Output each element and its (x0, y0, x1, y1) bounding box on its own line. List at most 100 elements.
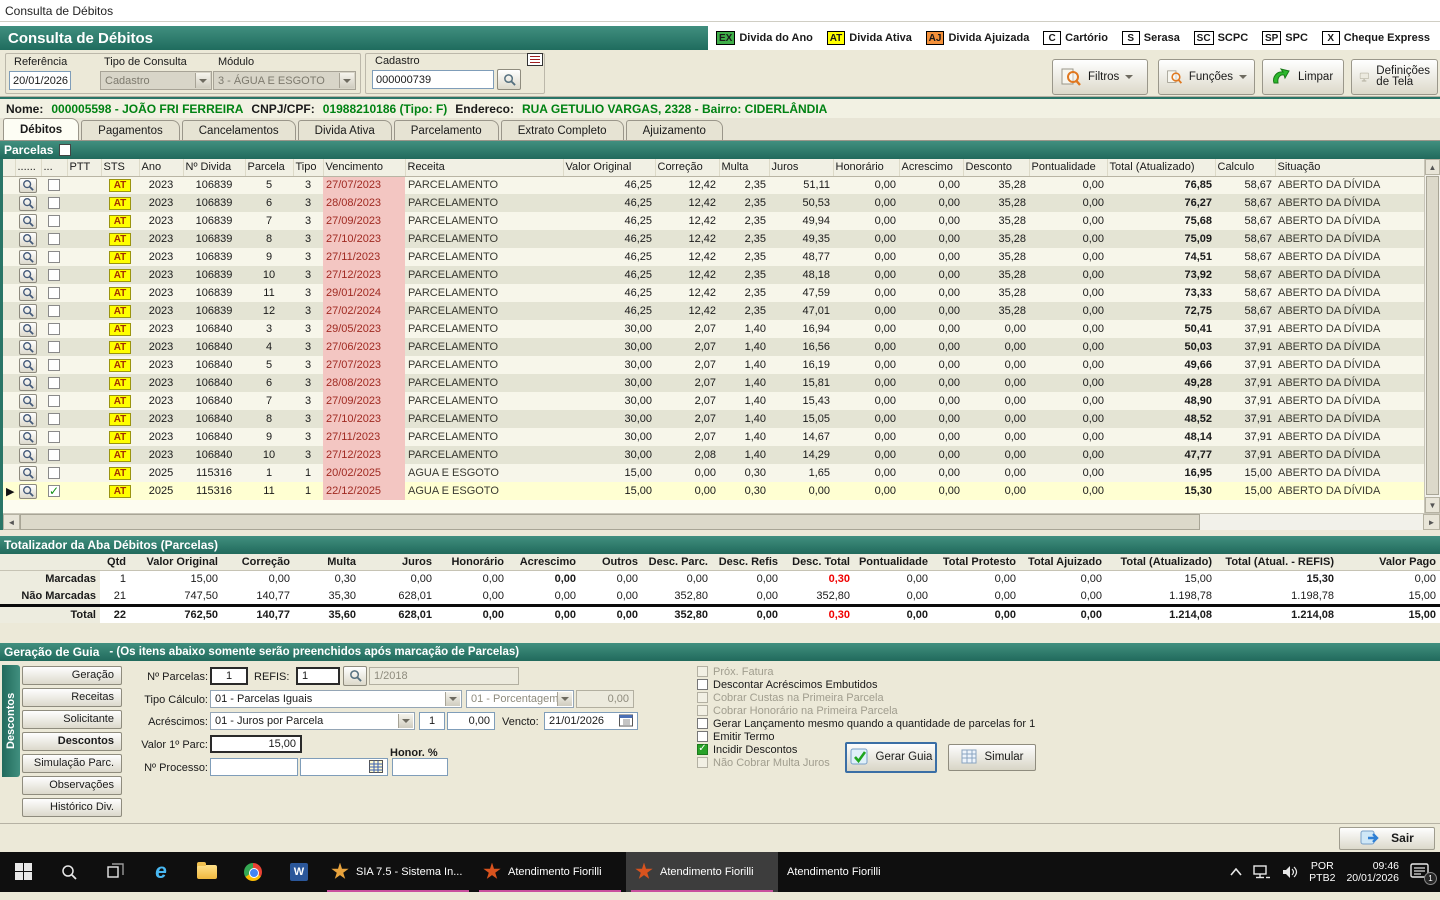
column-header[interactable]: Nº Divida (183, 159, 245, 176)
tab-cancelamentos[interactable]: Cancelamentos (182, 120, 296, 140)
tray-chevron-icon[interactable] (1230, 868, 1242, 876)
checkbox-icon[interactable] (697, 679, 708, 690)
scroll-right-button[interactable]: ► (1423, 514, 1440, 530)
tab-ajuizamento[interactable]: Ajuizamento (626, 120, 723, 140)
table-row[interactable]: AT20231068403329/05/2023PARCELAMENTO30,0… (3, 320, 1427, 338)
table-row[interactable]: AT202310683911329/01/2024PARCELAMENTO46,… (3, 284, 1427, 302)
checkbox-n-o-cobrar-multa-juros[interactable]: Não Cobrar Multa Juros (697, 757, 830, 769)
simular-button[interactable]: Simular (948, 744, 1036, 771)
checkbox-icon[interactable] (697, 692, 708, 703)
row-detail-button[interactable] (19, 430, 37, 445)
row-checkbox[interactable] (48, 233, 60, 245)
tab-pagamentos[interactable]: Pagamentos (81, 120, 180, 140)
row-checkbox[interactable] (48, 377, 60, 389)
vencto-input[interactable]: 21/01/2026 (544, 712, 638, 730)
task-view-button[interactable] (92, 852, 138, 892)
row-checkbox[interactable] (48, 179, 60, 191)
tipo-calculo-select[interactable]: 01 - Parcelas Iguais (210, 690, 462, 708)
row-checkbox[interactable] (48, 413, 60, 425)
row-checkbox[interactable] (48, 449, 60, 461)
table-lookup-icon[interactable] (369, 760, 383, 773)
tipo-consulta-select[interactable]: Cadastro (100, 71, 212, 90)
column-header[interactable]: Multa (719, 159, 769, 176)
column-header[interactable]: Total (Atualizado) (1107, 159, 1215, 176)
filtros-button[interactable]: Filtros (1052, 59, 1148, 95)
checkbox-descontar-acr-scimos-embutidos[interactable]: Descontar Acréscimos Embutidos (697, 679, 877, 691)
checkbox-incidir-descontos[interactable]: Incidir Descontos (697, 744, 797, 756)
cadastro-search-button[interactable] (497, 69, 521, 90)
row-detail-button[interactable] (19, 304, 37, 319)
column-header[interactable]: Desconto (963, 159, 1029, 176)
row-checkbox[interactable] (48, 467, 60, 479)
guia-nav-solicitante[interactable]: Solicitante (22, 710, 122, 729)
table-row[interactable]: AT20231068404327/06/2023PARCELAMENTO30,0… (3, 338, 1427, 356)
table-row[interactable]: AT20231068406328/08/2023PARCELAMENTO30,0… (3, 374, 1427, 392)
checkbox-cobrar-honor-rio-na-primeira-p[interactable]: Cobrar Honorário na Primeira Parcela (697, 705, 898, 717)
word-icon[interactable]: W (276, 852, 322, 892)
language-indicator[interactable]: PORPTB2 (1309, 860, 1335, 884)
tab-extrato-completo[interactable]: Extrato Completo (501, 120, 624, 140)
column-header[interactable]: Vencimento (323, 159, 405, 176)
row-detail-button[interactable] (19, 232, 37, 247)
table-row[interactable]: AT202310683910327/12/2023PARCELAMENTO46,… (3, 266, 1427, 284)
table-row[interactable]: AT202310684010327/12/2023PARCELAMENTO30,… (3, 446, 1427, 464)
row-checkbox[interactable] (48, 485, 60, 497)
acrescimos-n-input[interactable]: 1 (419, 712, 445, 730)
column-header[interactable]: Parcela (245, 159, 293, 176)
vertical-scrollbar[interactable]: ▲ ▼ (1424, 159, 1440, 513)
row-checkbox[interactable] (48, 215, 60, 227)
taskbar-item[interactable]: Atendimento Fiorilli (474, 852, 626, 892)
n-parcelas-input[interactable]: 1 (210, 667, 248, 685)
row-detail-button[interactable] (19, 178, 37, 193)
horizontal-scrollbar[interactable]: ◄ ► (3, 513, 1440, 530)
column-header[interactable]: Tipo (293, 159, 323, 176)
row-checkbox[interactable] (48, 197, 60, 209)
column-header[interactable]: Juros (769, 159, 833, 176)
column-header[interactable]: Honorário (833, 159, 899, 176)
sair-button[interactable]: Sair (1339, 827, 1435, 850)
calendar-icon[interactable] (619, 714, 633, 727)
tab-descontos-vertical[interactable]: Descontos (2, 665, 20, 777)
file-explorer-icon[interactable] (184, 852, 230, 892)
table-row[interactable]: AT20231068408327/10/2023PARCELAMENTO30,0… (3, 410, 1427, 428)
taskbar-search-button[interactable] (46, 852, 92, 892)
row-detail-button[interactable] (19, 322, 37, 337)
checkbox-emitir-termo[interactable]: Emitir Termo (697, 731, 775, 743)
processo-input-2[interactable] (300, 758, 388, 776)
cadastro-input[interactable]: 000000739 (372, 70, 494, 89)
notification-center-icon[interactable]: 1 (1410, 863, 1432, 881)
guia-nav-geração[interactable]: Geração (22, 666, 122, 685)
column-header[interactable]: Receita (405, 159, 563, 176)
checkbox-cobrar-custas-na-primeira-parc[interactable]: Cobrar Custas na Primeira Parcela (697, 692, 884, 704)
vertical-scroll-thumb[interactable] (1426, 176, 1439, 495)
column-header[interactable]: Correção (655, 159, 719, 176)
checkbox-icon[interactable] (697, 757, 708, 768)
gerar-guia-button[interactable]: Gerar Guia (845, 742, 937, 773)
checkbox-icon[interactable] (697, 731, 708, 742)
limpar-button[interactable]: Limpar (1262, 59, 1344, 95)
start-button[interactable] (0, 852, 46, 892)
horizontal-scroll-thumb[interactable] (20, 514, 1200, 530)
guia-nav-simulação-parc-[interactable]: Simulação Parc. (22, 754, 122, 773)
checkbox-pr-x-fatura[interactable]: Próx. Fatura (697, 666, 774, 678)
referencia-field[interactable]: 20/01/2026 (9, 71, 71, 90)
guia-nav-observações[interactable]: Observações (22, 776, 122, 795)
scroll-down-button[interactable]: ▼ (1425, 497, 1440, 513)
guia-nav-histórico-div-[interactable]: Histórico Div. (22, 798, 122, 817)
column-header[interactable]: Calculo (1215, 159, 1275, 176)
chrome-icon[interactable] (230, 852, 276, 892)
row-detail-button[interactable] (19, 394, 37, 409)
taskbar-item[interactable]: Atendimento Fiorilli (626, 852, 778, 892)
row-checkbox[interactable] (48, 323, 60, 335)
column-header[interactable]: Situação (1275, 159, 1427, 176)
tab-divida-ativa[interactable]: Divida Ativa (298, 120, 392, 140)
checkbox-icon[interactable] (697, 718, 708, 729)
row-detail-button[interactable] (19, 484, 37, 499)
row-checkbox[interactable] (48, 341, 60, 353)
speaker-icon[interactable] (1282, 865, 1298, 879)
scroll-up-button[interactable]: ▲ (1425, 159, 1440, 175)
checkbox-icon[interactable] (697, 666, 708, 677)
row-checkbox[interactable] (48, 359, 60, 371)
parcelas-checkbox[interactable] (59, 144, 71, 156)
network-icon[interactable] (1253, 865, 1271, 879)
